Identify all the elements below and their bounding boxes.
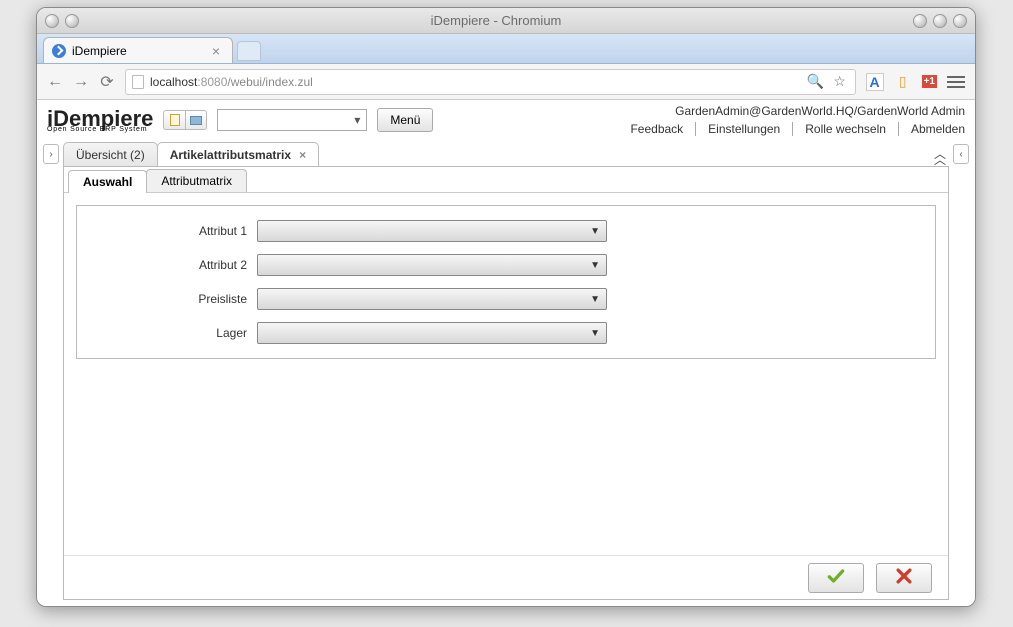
- label-attr1: Attribut 1: [77, 224, 257, 238]
- confirm-bar: [64, 555, 948, 599]
- os-pin-button[interactable]: [65, 14, 79, 28]
- reload-button[interactable]: ⟳: [99, 74, 115, 90]
- label-warehouse: Lager: [77, 326, 257, 340]
- folder-icon: [190, 116, 202, 125]
- new-doc-button[interactable]: [163, 110, 185, 130]
- subtab-selection[interactable]: Auswahl: [68, 170, 147, 193]
- chevron-down-icon: ▼: [590, 328, 600, 339]
- browser-tab[interactable]: iDempiere ×: [43, 37, 233, 63]
- os-maximize-button[interactable]: [933, 14, 947, 28]
- tab-matrix-label: Artikelattributsmatrix: [170, 148, 291, 162]
- os-close-button[interactable]: [953, 14, 967, 28]
- browser-tab-title: iDempiere: [72, 44, 127, 58]
- zoom-icon[interactable]: 🔍: [807, 73, 825, 91]
- browser-tabbar: iDempiere ×: [37, 34, 975, 64]
- chevron-down-icon: ▼: [590, 294, 600, 305]
- header-right: GardenAdmin@GardenWorld.HQ/GardenWorld A…: [618, 104, 965, 136]
- link-logout[interactable]: Abmelden: [899, 122, 965, 136]
- link-switch-role[interactable]: Rolle wechseln: [793, 122, 899, 136]
- check-icon: [826, 566, 846, 589]
- expand-right-panel-button[interactable]: ‹: [953, 144, 969, 164]
- chevron-down-icon: ▾: [348, 113, 366, 127]
- row-warehouse: Lager ▼: [77, 322, 935, 344]
- collapse-up-button[interactable]: [931, 148, 949, 166]
- browser-menu-button[interactable]: [947, 76, 965, 88]
- ok-button[interactable]: [808, 563, 864, 593]
- row-pricelist: Preisliste ▼: [77, 288, 935, 310]
- content-panel: Auswahl Attributmatrix Attribut 1 ▼: [63, 166, 949, 600]
- user-context: GardenAdmin@GardenWorld.HQ/GardenWorld A…: [618, 104, 965, 118]
- os-menu-button[interactable]: [45, 14, 59, 28]
- document-icon: [170, 114, 180, 126]
- cancel-button[interactable]: [876, 563, 932, 593]
- row-attr1: Attribut 1 ▼: [77, 220, 935, 242]
- open-folder-button[interactable]: [185, 110, 207, 130]
- url-host: localhost:8080/webui/index.zul: [150, 75, 313, 89]
- page-icon: [132, 75, 144, 89]
- link-settings[interactable]: Einstellungen: [696, 122, 793, 136]
- select-pricelist[interactable]: ▼: [257, 288, 607, 310]
- browser-toolbar: ← → ⟳ localhost:8080/webui/index.zul 🔍 ☆…: [37, 64, 975, 100]
- select-attr1[interactable]: ▼: [257, 220, 607, 242]
- sub-tabs: Auswahl Attributmatrix: [64, 167, 948, 193]
- tab-close-button[interactable]: ×: [208, 43, 224, 59]
- new-tab-button[interactable]: [237, 41, 261, 61]
- new-record-buttons: [163, 110, 207, 130]
- workspace: › Übersicht (2) Artikelattributsmatrix ×…: [37, 138, 975, 606]
- label-pricelist: Preisliste: [77, 292, 257, 306]
- tab-close-icon[interactable]: ×: [299, 148, 306, 162]
- chevron-down-icon: ▼: [590, 260, 600, 271]
- selection-form: Attribut 1 ▼ Attribut 2 ▼: [76, 205, 936, 359]
- label-attr2: Attribut 2: [77, 258, 257, 272]
- tab-overview-label: Übersicht (2): [76, 148, 145, 162]
- favicon-icon: [52, 44, 66, 58]
- expand-left-panel-button[interactable]: ›: [43, 144, 59, 164]
- subtab-matrix[interactable]: Attributmatrix: [146, 169, 247, 192]
- os-window: iDempiere - Chromium iDempiere × ← → ⟳ l…: [36, 7, 976, 607]
- back-button[interactable]: ←: [47, 74, 63, 90]
- app-header: iDempiere Open Source ERP System ▾ Menü …: [37, 100, 975, 138]
- main-panel: Übersicht (2) Artikelattributsmatrix × A…: [63, 140, 949, 600]
- header-links: Feedback Einstellungen Rolle wechseln Ab…: [618, 122, 965, 136]
- os-titlebar: iDempiere - Chromium: [37, 8, 975, 34]
- window-tabs: Übersicht (2) Artikelattributsmatrix ×: [63, 140, 949, 166]
- tab-overview[interactable]: Übersicht (2): [63, 142, 158, 166]
- google-plus-icon[interactable]: +1: [922, 75, 937, 88]
- app-root: iDempiere Open Source ERP System ▾ Menü …: [37, 100, 975, 606]
- forward-button[interactable]: →: [73, 74, 89, 90]
- cross-icon: [894, 566, 914, 589]
- address-bar[interactable]: localhost:8080/webui/index.zul 🔍 ☆: [125, 69, 856, 95]
- os-minimize-button[interactable]: [913, 14, 927, 28]
- brand-logo: iDempiere Open Source ERP System: [47, 108, 153, 133]
- link-feedback[interactable]: Feedback: [618, 122, 696, 136]
- quick-search-input[interactable]: ▾: [217, 109, 367, 131]
- os-window-title: iDempiere - Chromium: [85, 13, 907, 28]
- tab-article-attribute-matrix[interactable]: Artikelattributsmatrix ×: [157, 142, 319, 166]
- select-attr2[interactable]: ▼: [257, 254, 607, 276]
- row-attr2: Attribut 2 ▼: [77, 254, 935, 276]
- main-menu-button[interactable]: Menü: [377, 108, 433, 132]
- select-warehouse[interactable]: ▼: [257, 322, 607, 344]
- translate-icon[interactable]: A: [866, 73, 884, 91]
- brand-subtext: Open Source ERP System: [47, 126, 153, 133]
- bookmark-star-icon[interactable]: ☆: [831, 73, 849, 91]
- device-icon[interactable]: ▯: [894, 73, 912, 91]
- chevron-down-icon: ▼: [590, 226, 600, 237]
